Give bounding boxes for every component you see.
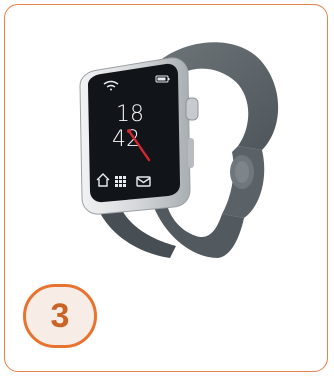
apps-grid-icon[interactable] bbox=[115, 176, 126, 187]
strap-clasp-inner bbox=[235, 161, 249, 183]
side-button bbox=[188, 138, 194, 168]
step-number: 3 bbox=[50, 297, 70, 335]
clock-hand-pivot bbox=[127, 129, 131, 133]
digital-crown bbox=[185, 97, 199, 121]
time-hour: 18 bbox=[116, 102, 144, 127]
step-number-badge: 3 bbox=[23, 284, 97, 348]
